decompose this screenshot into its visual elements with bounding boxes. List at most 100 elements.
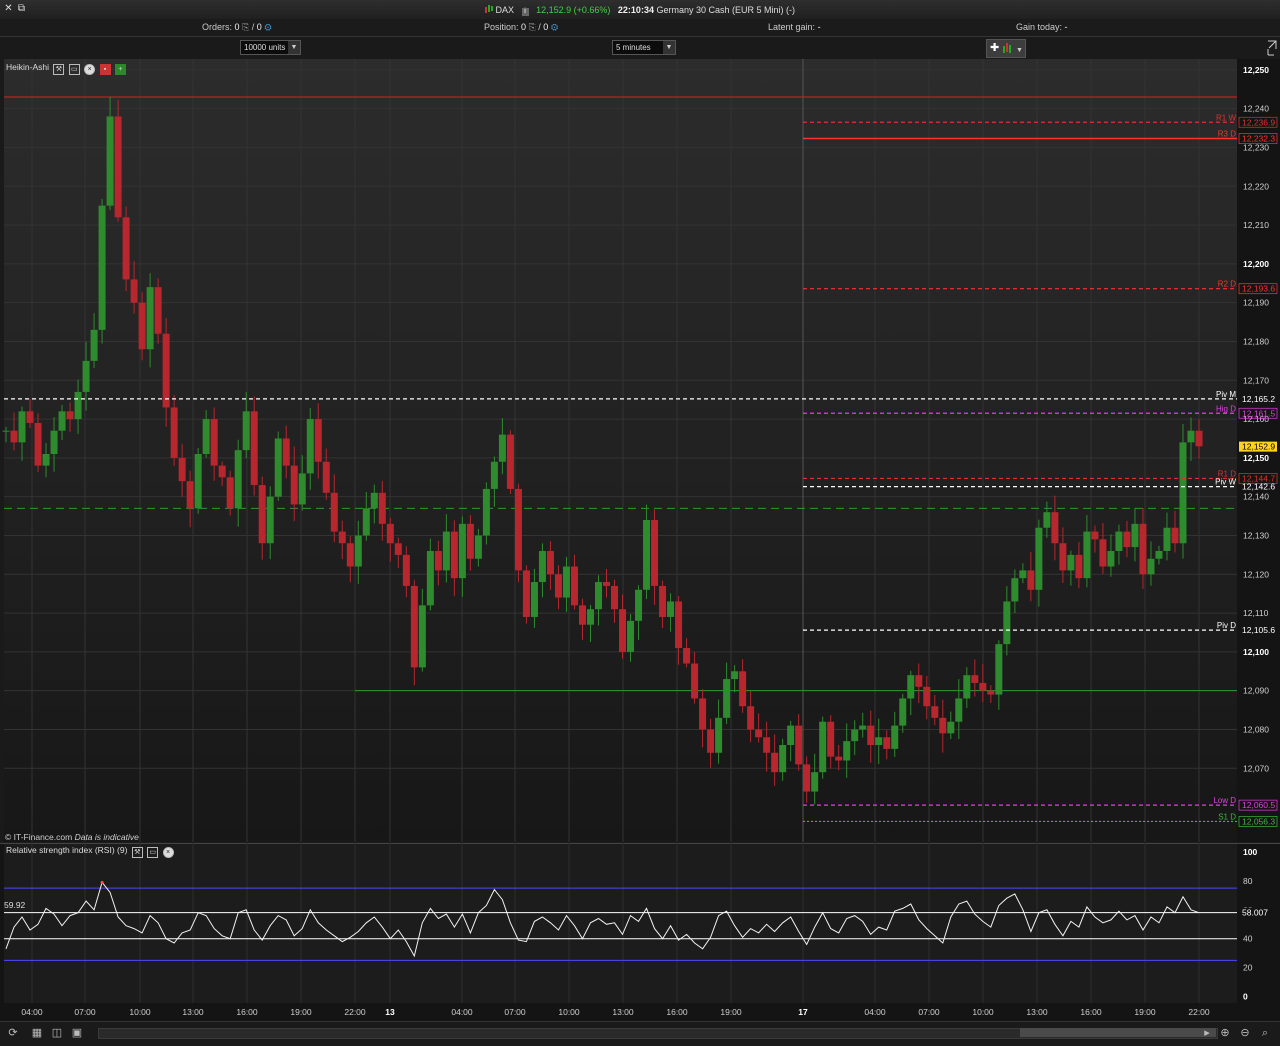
level-price-label: 12,193.6 [1242,284,1275,294]
candle-body [939,717,947,734]
candle-body [426,551,434,606]
candle-body [362,508,370,536]
price-tick-label: 12,190 [1243,298,1269,308]
candle-body [306,419,314,474]
refresh-icon[interactable]: ⟳ [6,1026,20,1040]
time-tick-label: 19:00 [720,1007,742,1017]
candle-body [611,585,619,610]
candle-body [675,601,683,648]
title-bar: ✕ ⧉ DAX i 12,152.9 (+0.66%) 22:10:34 Ger… [0,0,1280,20]
zoom-out-icon[interactable]: ⊖ [1238,1026,1252,1040]
pivot-level-label: Piv D [1217,621,1236,630]
close-icon[interactable]: × [162,847,174,858]
candle-body [202,419,210,454]
time-tick-label: 19:00 [1134,1007,1156,1017]
candle-body [851,729,859,742]
candle-body [699,698,707,730]
candle-body [1187,430,1195,443]
scrollbar-thumb[interactable] [1020,1028,1216,1037]
candle-body [90,329,98,361]
add-icon[interactable]: + [114,64,126,75]
candle-body [747,706,755,730]
price-change: (+0.66%) [573,5,611,15]
candle-body [931,706,939,718]
timeframe-select[interactable]: 5 minutes ▼ [612,40,676,55]
layout-icon[interactable]: ◫ [50,1026,64,1040]
price-tick-label: 12,170 [1243,375,1269,385]
grid-icon[interactable]: ▦ [30,1026,44,1040]
remove-icon[interactable]: ▪ [99,64,111,75]
candle-body [162,333,170,408]
candle-body [1011,578,1019,602]
main-chart[interactable]: 12,250 12,240 12,230 12,220 12,210 12,200 12,1… [0,59,1280,842]
candle-body [594,582,602,610]
wrench-icon[interactable]: ⚒ [131,847,143,858]
window-icon[interactable]: ▭ [68,64,80,75]
save-icon[interactable]: ▣ [70,1026,84,1040]
units-select[interactable]: 10000 units ▼ [240,40,301,55]
level-price-label: 12,060.5 [1242,800,1275,810]
price-tick-label: 12,150 [1243,453,1269,463]
copyright-note: © IT-Finance.com Data is indicative [5,832,139,842]
candle-body [875,737,883,745]
candle-body [811,772,819,792]
candle-body [891,725,899,749]
level-price-label: 12,161.5 [1242,408,1275,418]
price-tick-label: 12,210 [1243,220,1269,230]
time-tick-label: 16:00 [1080,1007,1102,1017]
candle-body [1179,442,1187,544]
candle-body [266,496,274,544]
info-icon[interactable]: i [521,8,529,16]
position-icon[interactable]: ⎘ [529,22,536,32]
candle-body [226,477,234,509]
window-icon[interactable]: ▭ [147,847,159,858]
candle-body [1035,527,1043,590]
candle-body [1091,531,1099,540]
candle-body [562,566,570,598]
wrench-icon[interactable]: ⚒ [53,64,65,75]
candle-body [859,725,867,730]
account-info-bar: Orders: 0 ⎘ / 0 ⚙ Position: 0 ⎘ / 0 ⚙ La… [0,19,1280,37]
scroll-right-icon[interactable]: ▸ [1200,1026,1214,1040]
candle-body [1027,570,1035,590]
time-tick-label: 10:00 [558,1007,580,1017]
zoom-in-icon[interactable]: ⊕ [1218,1026,1232,1040]
settings-icon[interactable]: ⚙ [264,22,271,32]
candle-body [883,737,891,749]
add-indicator-button[interactable]: ✚ ▼ [986,39,1026,58]
price-tick-label: 12,120 [1243,569,1269,579]
rsi-chart[interactable]: 10080604020058.007 [0,843,1280,1003]
candle-body [1131,523,1139,548]
rsi-tick-label: 0 [1243,992,1248,1002]
add-indicator-icon: ✚ ▼ [990,42,1023,54]
svg-text:✚: ✚ [990,42,999,54]
candle-body [635,589,643,621]
level-price-label: 12,105.6 [1242,625,1275,635]
candle-body [394,543,402,555]
candle-body [1163,527,1171,551]
candle-body [867,725,875,745]
close-icon[interactable]: × [84,64,96,75]
timeframe-select-value: 5 minutes [616,43,651,52]
rsi-left-value: 59.92 [4,900,26,910]
settings-icon[interactable]: ⚙ [551,22,558,32]
main-panel-header: Heikin-Ashi ⚒ ▭ × ▪ + [6,62,126,75]
candle-body [210,419,218,466]
zoom-fit-icon[interactable]: ⌕ [1258,1026,1272,1040]
orders-icon[interactable]: ⎘ [242,22,249,32]
candle-body [554,574,562,598]
pivot-level-label: Piv W [1215,478,1236,487]
candle-body [715,717,723,753]
candle-body [234,450,242,509]
time-tick-label: 10:00 [972,1007,994,1017]
instrument-description: Germany 30 Cash (EUR 5 Mini) (-) [656,5,795,15]
candle-body [130,279,138,303]
level-price-label: 12,165.2 [1242,394,1275,404]
candle-body [74,391,82,420]
candle-body [66,411,74,420]
candle-body [386,523,394,544]
price-tick-label: 12,240 [1243,104,1269,114]
expand-icon[interactable] [1266,39,1278,57]
candle-body [154,287,162,334]
instrument-name: DAX [495,5,515,15]
